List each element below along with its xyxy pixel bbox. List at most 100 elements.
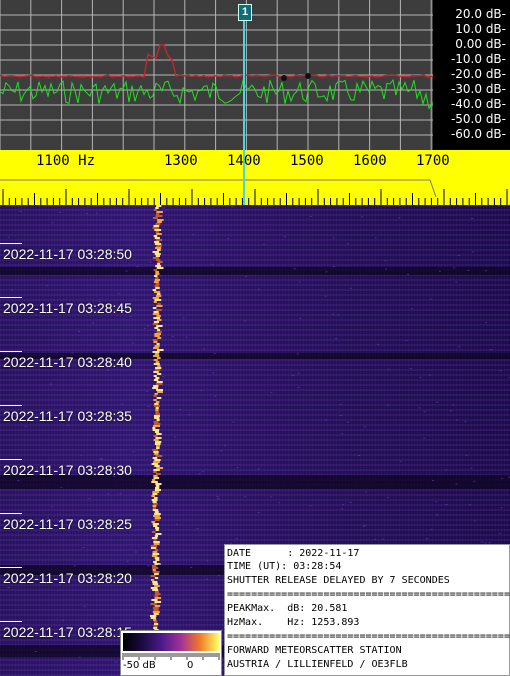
db-label: -60.0 dB- (450, 127, 506, 141)
color-scale-legend: -50 dB 0 (120, 630, 222, 676)
noise-speck (270, 496, 273, 498)
trace-segment (157, 373, 162, 375)
trace-segment (156, 267, 164, 269)
trace-segment (153, 625, 158, 627)
db-label: -30.0 dB- (450, 82, 506, 96)
noise-speck (455, 483, 458, 485)
trace-segment (154, 535, 158, 537)
noise-speck (62, 619, 65, 621)
trace-segment (157, 249, 161, 251)
trace-segment (153, 359, 158, 361)
noise-speck (210, 230, 213, 232)
trace-segment (154, 415, 160, 417)
info-panel: DATE : 2022-11-17 TIME (UT): 03:28:54 SH… (224, 544, 510, 676)
trace-segment (157, 261, 163, 263)
trace-segment (154, 591, 159, 593)
trace-segment (151, 599, 158, 601)
noise-speck (270, 391, 273, 393)
noise-speck (176, 205, 179, 206)
trace-segment (151, 479, 156, 481)
noise-speck (244, 320, 246, 322)
noise-speck (174, 436, 177, 438)
trace-segment (153, 515, 160, 517)
noise-speck (121, 403, 124, 405)
trace-segment (152, 553, 160, 555)
trace-segment (151, 555, 158, 557)
freq-label-1700: 1700 (416, 153, 450, 169)
trace-segment (156, 211, 163, 213)
noise-speck (217, 575, 220, 577)
noise-speck (470, 467, 473, 469)
timestamp-label: 2022-11-17 03:28:15 (3, 624, 132, 640)
info-peak-db: PEAKMax. dB: 20.581 (227, 603, 348, 614)
trace-segment (155, 361, 160, 363)
noise-speck (175, 523, 178, 525)
frequency-marker-tab[interactable]: 1 (238, 4, 252, 21)
trace-segment (152, 551, 158, 553)
noise-speck (212, 319, 215, 321)
trace-segment (151, 521, 156, 523)
noise-speck (17, 480, 20, 482)
trace-segment (154, 417, 160, 419)
noise-speck (235, 538, 238, 540)
trace-segment (155, 533, 162, 535)
noise-speck (101, 459, 104, 461)
trace-segment (157, 391, 163, 393)
trace-segment (151, 565, 157, 567)
noise-speck (95, 212, 98, 214)
noise-speck (450, 410, 453, 412)
timestamp-tick (0, 297, 22, 298)
trace-segment (153, 311, 159, 313)
trace-segment (151, 499, 158, 501)
trace-segment (155, 265, 162, 267)
trace-segment (156, 357, 161, 359)
noise-speck (455, 281, 458, 283)
trace-segment (153, 439, 159, 441)
trace-segment (155, 367, 162, 369)
trace-segment (154, 403, 159, 405)
info-time: TIME (UT): 03:28:54 (227, 561, 342, 572)
spectrum-display[interactable]: 20.0 dB- 10.0 dB- 0.00 dB- -10.0 dB- -20… (0, 0, 510, 150)
trace-segment (154, 519, 160, 521)
noise-speck (386, 404, 389, 406)
trace-segment (156, 319, 162, 321)
frequency-ruler[interactable]: 1100 Hz 1300 1400 1500 1600 1700 (0, 150, 510, 205)
trace-segment (152, 351, 160, 353)
trace-segment (153, 347, 159, 349)
trace-segment (151, 463, 159, 465)
noise-speck (179, 409, 182, 410)
noise-speck (85, 213, 88, 214)
noise-speck (99, 458, 102, 460)
trace-segment (157, 263, 161, 265)
trace-segment (155, 239, 163, 241)
noise-speck (80, 454, 83, 456)
noise-speck (143, 327, 146, 329)
trace-segment (151, 495, 155, 497)
trace-segment (154, 335, 160, 337)
timestamp-tick (0, 621, 22, 622)
timestamp-label: 2022-11-17 03:28:30 (3, 462, 132, 478)
trace-segment (153, 561, 157, 563)
trace-segment (153, 477, 160, 479)
trace-segment (153, 539, 157, 541)
trace-segment (155, 223, 161, 225)
noise-speck (339, 403, 342, 405)
trace-segment (156, 315, 161, 317)
noise-speck (358, 455, 360, 456)
noise-speck (146, 390, 149, 392)
noise-speck (205, 578, 208, 580)
noise-speck (126, 560, 129, 562)
trace-segment (153, 503, 158, 505)
noise-speck (278, 502, 280, 504)
noise-speck (88, 498, 91, 500)
noise-speck (490, 349, 493, 351)
trace-segment (154, 237, 160, 239)
trace-segment (155, 259, 161, 261)
live-spectrum-trace (0, 78, 460, 110)
trace-segment (152, 607, 159, 609)
trace-segment (151, 547, 157, 549)
trace-segment (153, 421, 159, 423)
trace-segment (152, 589, 159, 591)
trace-segment (156, 467, 164, 469)
trace-segment (155, 487, 160, 489)
